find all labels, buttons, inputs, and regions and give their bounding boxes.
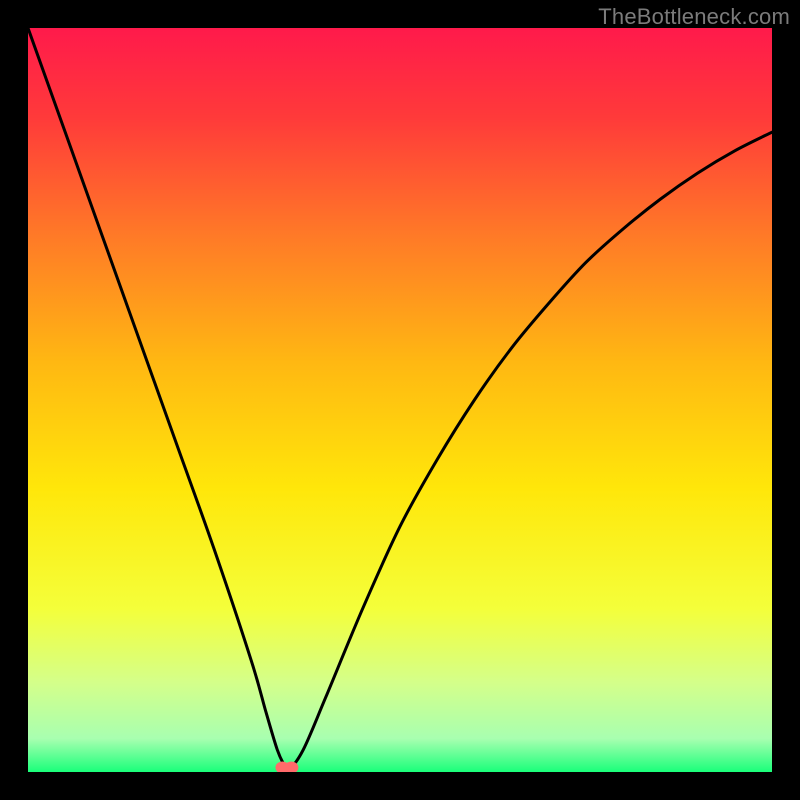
plot-area	[28, 28, 772, 772]
watermark: TheBottleneck.com	[598, 4, 790, 30]
background-gradient	[28, 28, 772, 772]
chart-frame: TheBottleneck.com	[0, 0, 800, 800]
